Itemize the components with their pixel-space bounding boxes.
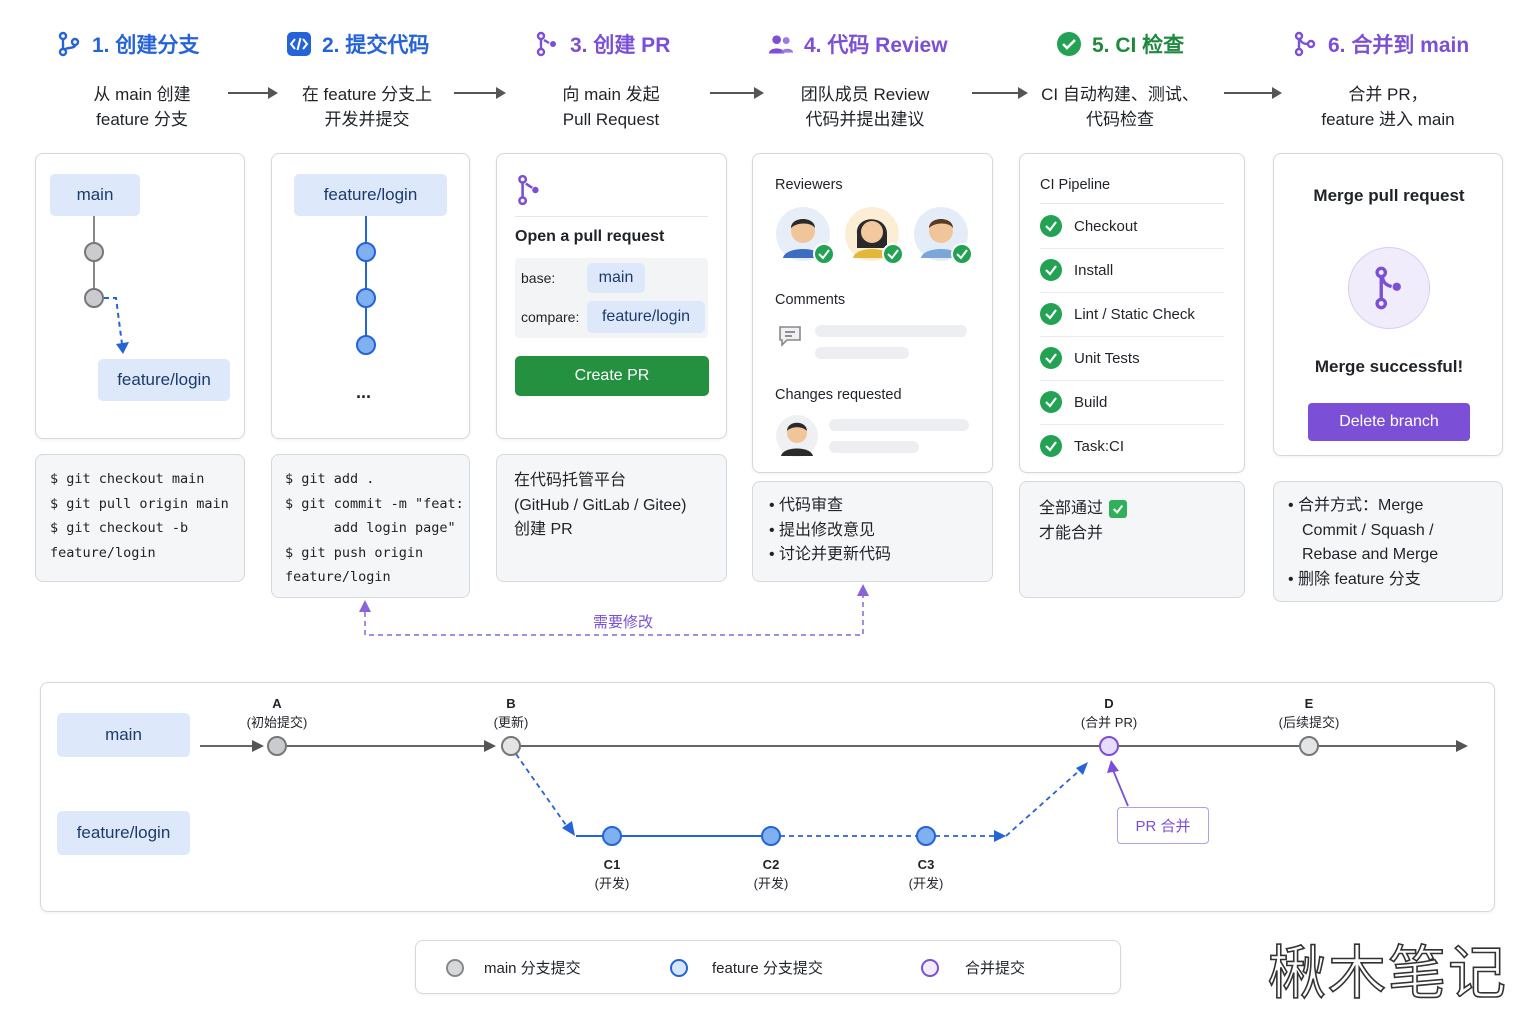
merge-commit-swatch [921,958,939,977]
commit-node-c2 [761,826,781,846]
timeline-graph [200,736,1468,846]
legend-item: feature 分支提交 [670,957,823,978]
commit-label-d: D (合并 PR) [1080,696,1138,730]
commit-label-e: E (后续提交) [1278,696,1340,730]
feature-commit-swatch [670,958,688,977]
commit-node-e [1299,736,1319,756]
commit-label-c2: C2 (开发) [753,857,789,891]
commit-label-c3: C3 (开发) [908,857,944,891]
watermark: 楸木笔记 [1267,938,1508,1008]
legend-item: main 分支提交 [446,957,581,978]
commit-label-a: A (初始提交) [246,696,308,730]
commit-node-c3 [916,826,936,846]
commit-node-b [501,736,521,756]
commit-node-c1 [602,826,622,846]
legend-item: 合并提交 [921,957,1025,978]
commit-node-a [267,736,287,756]
main-commit-swatch [446,958,464,977]
commit-label-b: B (更新) [493,696,529,730]
pr-merge-tag: PR 合并 [1117,807,1209,844]
commit-node-d [1099,736,1119,756]
legend: main 分支提交 feature 分支提交 合并提交 [415,940,1121,994]
commit-label-c1: C1 (开发) [594,857,630,891]
